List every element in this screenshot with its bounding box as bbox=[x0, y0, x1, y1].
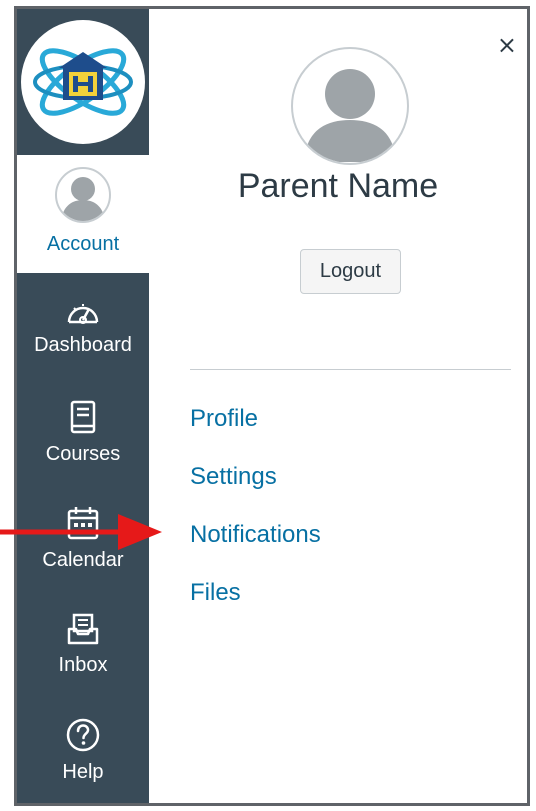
user-avatar-icon bbox=[61, 177, 105, 221]
school-logo-icon bbox=[33, 48, 133, 116]
dashboard-gauge-icon bbox=[65, 296, 101, 326]
school-logo bbox=[21, 20, 145, 144]
sidebar-item-calendar[interactable]: Calendar bbox=[17, 485, 149, 591]
global-navigation: Account Dashboard Courses Calendar Inbox… bbox=[17, 9, 149, 803]
notifications-link[interactable]: Notifications bbox=[190, 521, 321, 549]
calendar-icon bbox=[66, 505, 100, 541]
sidebar-item-label: Inbox bbox=[58, 653, 108, 676]
sidebar-item-label: Account bbox=[46, 233, 120, 255]
sidebar-item-inbox[interactable]: Inbox bbox=[17, 591, 149, 697]
sidebar-item-courses[interactable]: Courses bbox=[17, 379, 149, 485]
user-avatar-icon bbox=[304, 69, 396, 162]
user-display-name: Parent Name bbox=[237, 167, 439, 205]
help-question-icon bbox=[65, 717, 101, 753]
sidebar-item-label: Help bbox=[62, 760, 104, 783]
account-tray: × Parent Name Logout Profile Settings No… bbox=[149, 9, 527, 803]
logo-area[interactable] bbox=[17, 9, 149, 155]
sidebar-item-help[interactable]: Help bbox=[17, 697, 149, 803]
profile-avatar bbox=[291, 47, 409, 165]
settings-link[interactable]: Settings bbox=[190, 463, 277, 491]
sidebar-item-label: Courses bbox=[45, 442, 121, 465]
files-link[interactable]: Files bbox=[190, 579, 241, 607]
book-icon bbox=[68, 399, 98, 435]
canvas-window: Account Dashboard Courses Calendar Inbox… bbox=[14, 6, 530, 806]
account-avatar bbox=[55, 167, 111, 223]
profile-link[interactable]: Profile bbox=[190, 405, 258, 433]
inbox-tray-icon bbox=[66, 612, 100, 646]
close-icon[interactable]: × bbox=[497, 33, 517, 57]
divider bbox=[190, 369, 511, 370]
logout-button[interactable]: Logout bbox=[300, 249, 401, 294]
sidebar-item-label: Calendar bbox=[42, 548, 124, 571]
sidebar-item-label: Dashboard bbox=[34, 333, 132, 356]
sidebar-item-account[interactable]: Account bbox=[17, 155, 149, 273]
sidebar-item-dashboard[interactable]: Dashboard bbox=[17, 273, 149, 379]
